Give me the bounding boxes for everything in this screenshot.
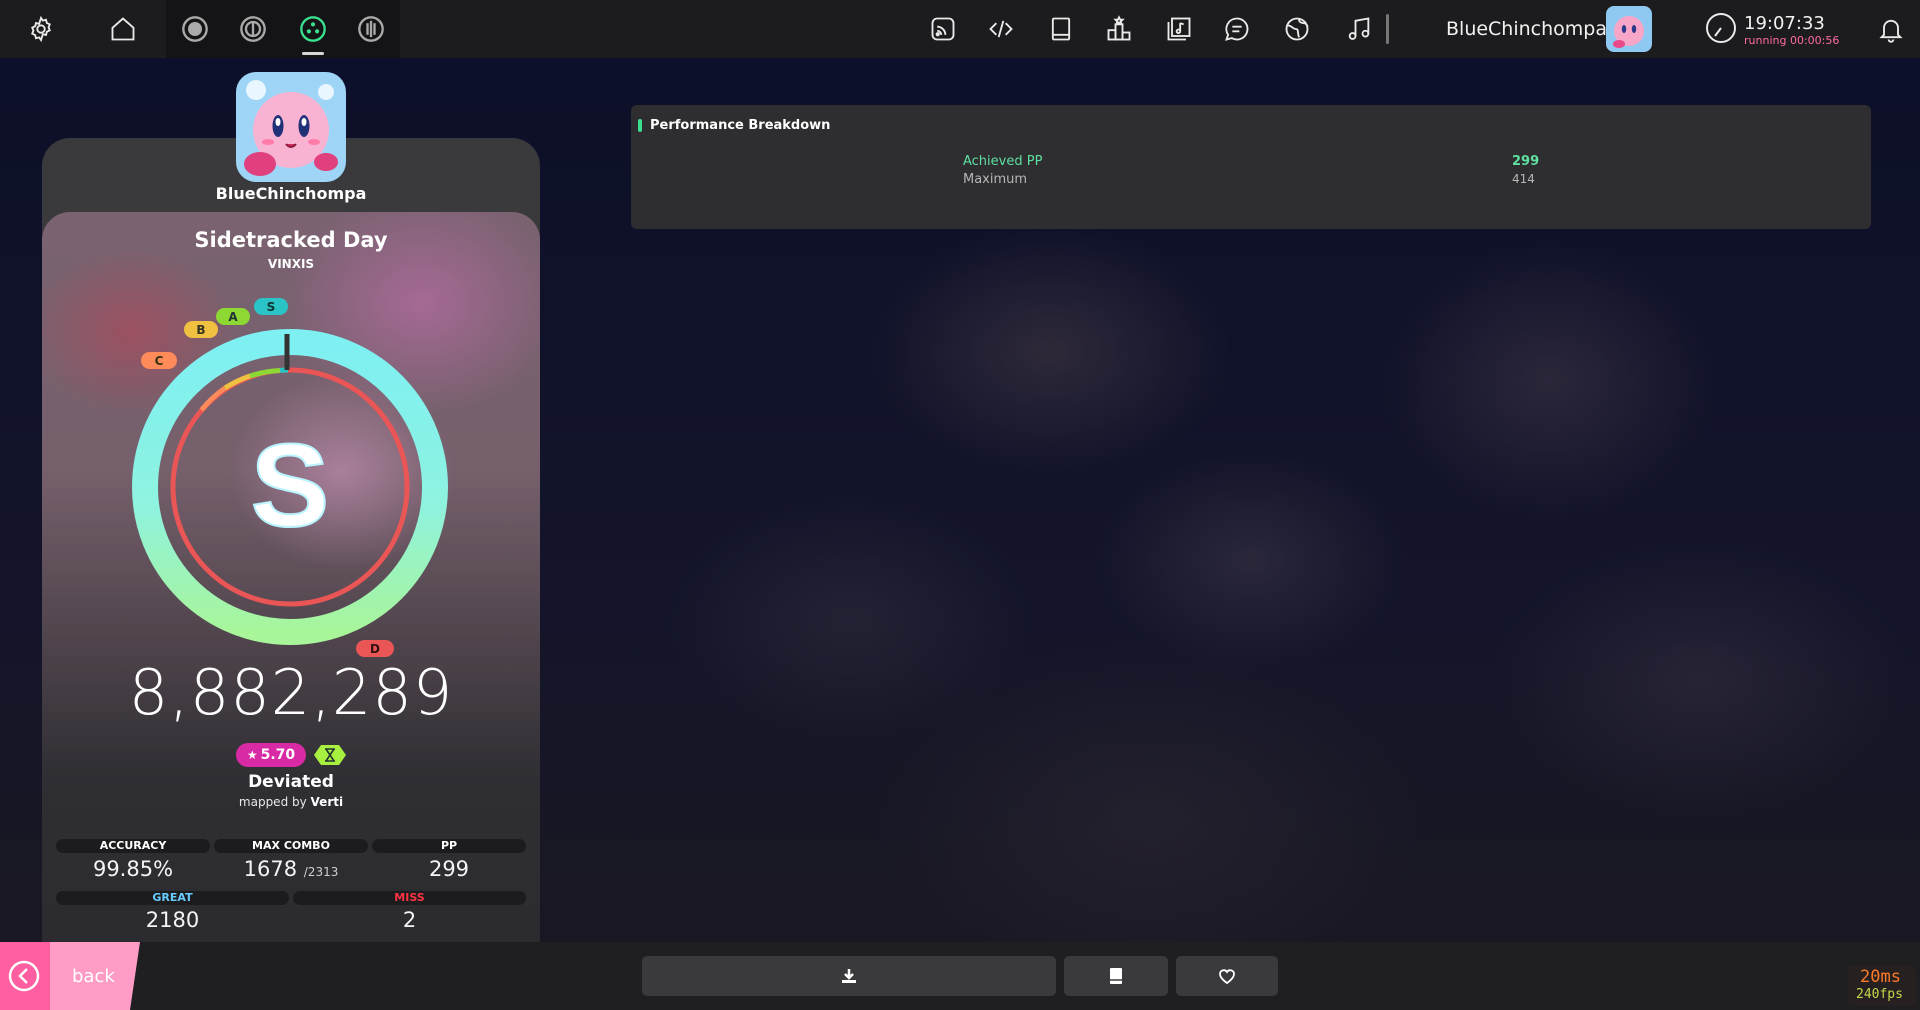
max-combo-total: /2313 xyxy=(303,865,339,879)
max-combo-value: 1678 /2313 xyxy=(214,857,368,881)
rank-pill-s: S xyxy=(254,298,288,315)
ruleset-osu-icon[interactable] xyxy=(166,0,224,58)
mapper-line: mapped by Verti xyxy=(42,795,540,809)
performance-title: Performance Breakdown xyxy=(650,118,831,133)
globe-icon[interactable] xyxy=(1268,0,1326,58)
beatmap-listing-icon[interactable] xyxy=(1150,0,1208,58)
song-artist: VINXIS xyxy=(267,257,315,271)
star-icon: ★ xyxy=(246,748,258,762)
rank-letter: S xyxy=(251,420,330,552)
back-label[interactable]: back xyxy=(72,966,115,987)
star-rating-value: 5.70 xyxy=(260,747,296,763)
chat-icon[interactable] xyxy=(1208,0,1266,58)
mod-badge[interactable] xyxy=(313,743,347,767)
download-replay-button[interactable] xyxy=(642,956,1056,996)
player-avatar[interactable] xyxy=(236,72,346,182)
grade-segment-b xyxy=(223,373,251,391)
player-username[interactable]: BlueChinchompa xyxy=(42,184,540,203)
ruleset-catch-icon[interactable] xyxy=(284,0,342,58)
back-button[interactable] xyxy=(0,942,140,1010)
song-title: Sidetracked Day xyxy=(194,228,388,252)
session-running-time: running 00:00:56 xyxy=(1744,34,1840,47)
download-icon xyxy=(842,969,856,983)
rss-icon[interactable] xyxy=(914,0,972,58)
achieved-pp-label: Achieved PP xyxy=(963,154,1043,169)
favourite-button[interactable] xyxy=(1176,956,1278,996)
great-count: 2180 xyxy=(145,908,200,932)
mapper-name[interactable]: Verti xyxy=(311,795,344,809)
toolbar-divider xyxy=(1386,14,1389,44)
accuracy-ring: S xyxy=(132,329,448,645)
ruleset-taiko-icon[interactable] xyxy=(224,0,282,58)
star-rating-badge: ★ 5.70 xyxy=(236,743,306,767)
rank-pill-a: A xyxy=(216,308,250,325)
ranking-icon[interactable] xyxy=(1090,0,1148,58)
active-ruleset-indicator xyxy=(302,52,324,55)
max-combo-label: MAX COMBO xyxy=(214,839,368,853)
great-label: GREAT xyxy=(56,891,289,905)
clock-icon[interactable] xyxy=(1704,11,1738,45)
difficulty-name: Deviated xyxy=(248,772,334,792)
miss-label: MISS xyxy=(293,891,526,905)
accuracy-label: ACCURACY xyxy=(56,839,210,853)
maximum-pp-label: Maximum xyxy=(963,172,1028,187)
max-combo-count: 1678 xyxy=(243,857,298,881)
collections-button[interactable] xyxy=(1064,956,1168,996)
accuracy-value: 99.85% xyxy=(92,857,174,881)
rank-pill-d: D xyxy=(356,640,394,657)
home-icon[interactable] xyxy=(94,0,152,58)
hourglass-mod-icon xyxy=(314,745,346,765)
frame-latency: 20ms xyxy=(1860,967,1901,987)
pp-label: PP xyxy=(372,839,526,853)
miss-count: 2 xyxy=(402,908,417,932)
heart-icon xyxy=(1219,969,1235,985)
achieved-pp-value: 299 xyxy=(1512,154,1540,169)
grade-segment-s xyxy=(279,367,289,373)
fps-value: 240fps xyxy=(1856,987,1903,1002)
settings-icon[interactable] xyxy=(12,0,70,58)
mapped-by-prefix: mapped by xyxy=(238,795,307,809)
book-icon xyxy=(1110,968,1122,984)
performance-accent-bar xyxy=(638,119,642,132)
pp-value: 299 xyxy=(428,857,470,881)
total-score: 8,882,289 xyxy=(128,656,454,729)
grade-segment-c xyxy=(199,385,227,412)
ruleset-mania-icon[interactable] xyxy=(342,0,400,58)
code-icon[interactable] xyxy=(972,0,1030,58)
rank-pill-b: B xyxy=(184,321,218,338)
avatar[interactable] xyxy=(1606,6,1652,52)
music-icon[interactable] xyxy=(1330,0,1388,58)
notification-bell-icon[interactable] xyxy=(1862,0,1920,58)
maximum-pp-value: 414 xyxy=(1512,172,1535,186)
book-icon[interactable] xyxy=(1032,0,1090,58)
rank-pill-c: C xyxy=(141,352,177,369)
toolbar-username[interactable]: BlueChinchompa xyxy=(1446,18,1607,40)
clock-time: 19:07:33 xyxy=(1744,13,1825,34)
